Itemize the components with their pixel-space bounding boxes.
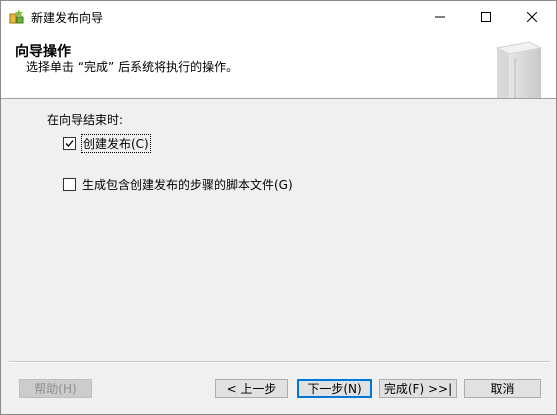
minimize-icon (435, 16, 445, 17)
finish-button[interactable]: 完成(F) >>| (379, 379, 457, 398)
checkmark-icon (65, 140, 74, 147)
create-publication-label[interactable]: 创建发布(C) (81, 134, 151, 153)
footer-separator (9, 361, 550, 363)
next-button[interactable]: 下一步(N) (297, 379, 372, 398)
back-button[interactable]: < 上一步 (215, 379, 288, 398)
wizard-window: 新建发布向导 向导操作 选择单击 “完成” 后系统将执行的操作。 在向导结束时:… (0, 0, 557, 415)
generate-script-option[interactable]: 生成包含创建发布的步骤的脚本文件(G) (63, 176, 293, 193)
create-publication-option[interactable]: 创建发布(C) (63, 134, 151, 153)
generate-script-label[interactable]: 生成包含创建发布的步骤的脚本文件(G) (82, 176, 293, 193)
close-icon (527, 11, 537, 22)
section-label: 在向导结束时: (47, 113, 124, 127)
help-button[interactable]: 帮助(H) (19, 379, 92, 398)
page-subtitle: 选择单击 “完成” 后系统将执行的操作。 (26, 60, 239, 74)
maximize-button[interactable] (463, 1, 509, 32)
wizard-app-icon (9, 8, 25, 25)
cancel-button[interactable]: 取消 (464, 379, 541, 398)
maximize-icon (481, 11, 491, 22)
wizard-banner-book-icon (489, 38, 547, 98)
wizard-header: 向导操作 选择单击 “完成” 后系统将执行的操作。 (1, 32, 556, 99)
generate-script-checkbox[interactable] (63, 178, 76, 191)
window-title: 新建发布向导 (31, 11, 104, 25)
title-bar[interactable]: 新建发布向导 (1, 1, 556, 32)
minimize-button[interactable] (417, 1, 463, 32)
create-publication-checkbox[interactable] (63, 137, 76, 150)
close-button[interactable] (509, 1, 555, 32)
